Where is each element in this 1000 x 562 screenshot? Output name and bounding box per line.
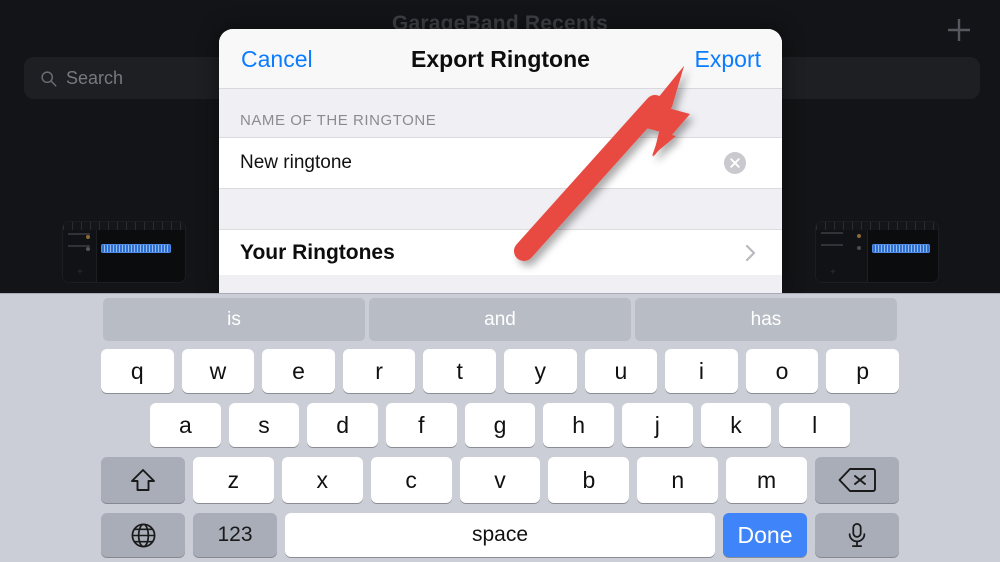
export-button[interactable]: Export <box>695 29 761 89</box>
timeline-ruler <box>816 222 938 230</box>
key-x[interactable]: x <box>281 457 363 503</box>
numbers-key[interactable]: 123 <box>193 513 277 557</box>
key-y[interactable]: y <box>503 349 577 393</box>
project-thumbnail-right[interactable]: + <box>815 221 939 283</box>
timeline-ruler <box>63 222 185 230</box>
suggestion-2[interactable]: has <box>635 298 897 341</box>
suggestion-0[interactable]: is <box>103 298 365 341</box>
key-t[interactable]: t <box>423 349 496 393</box>
project-thumbnail-left[interactable]: + <box>62 221 186 283</box>
key-f[interactable]: f <box>386 403 457 447</box>
space-key[interactable]: space <box>285 513 715 557</box>
audio-region <box>101 244 171 253</box>
key-z[interactable]: z <box>193 457 274 503</box>
section-header-name-of-the-ringtone: NAME OF THE RINGTONE <box>240 112 437 129</box>
your-ringtones-label: Your Ringtones <box>240 240 395 264</box>
add-track-icon: + <box>830 267 836 278</box>
key-n[interactable]: n <box>637 457 719 503</box>
keyboard-row-3: z x c v b n m <box>0 457 1000 503</box>
key-p[interactable]: p <box>826 349 899 393</box>
key-i[interactable]: i <box>665 349 738 393</box>
key-k[interactable]: k <box>700 403 772 447</box>
key-a[interactable]: a <box>150 403 221 447</box>
key-b[interactable]: b <box>548 457 630 503</box>
key-h[interactable]: h <box>543 403 615 447</box>
add-track-icon: + <box>77 267 83 278</box>
shift-arrow-icon[interactable] <box>101 457 185 503</box>
suggestion-1[interactable]: and <box>369 298 631 341</box>
key-m[interactable]: m <box>726 457 808 503</box>
export-ringtone-dialog: Cancel Export Ringtone Export NAME OF TH… <box>219 29 782 293</box>
chevron-right-icon <box>744 242 758 264</box>
ringtone-name-field[interactable]: New ringtone <box>240 152 352 174</box>
key-r[interactable]: r <box>342 349 416 393</box>
key-u[interactable]: u <box>584 349 658 393</box>
section-gap <box>219 189 782 229</box>
search-icon <box>40 70 57 87</box>
key-e[interactable]: e <box>262 349 335 393</box>
backspace-icon[interactable] <box>815 457 900 503</box>
keyboard-row-1: q w e r t y u i o p <box>0 349 1000 393</box>
plus-icon[interactable] <box>943 14 975 46</box>
search-placeholder: Search <box>66 67 124 88</box>
key-o[interactable]: o <box>745 349 819 393</box>
key-s[interactable]: s <box>228 403 300 447</box>
suggestion-bar: is and has <box>0 298 1000 341</box>
key-q[interactable]: q <box>101 349 174 393</box>
dialog-body: NAME OF THE RINGTONE New ringtone Your R… <box>219 89 782 293</box>
key-v[interactable]: v <box>459 457 541 503</box>
dialog-navbar: Cancel Export Ringtone Export <box>219 29 782 89</box>
key-w[interactable]: w <box>181 349 255 393</box>
ios-keyboard: is and has q w e r t y u i o p a s d f g… <box>0 293 1000 562</box>
key-j[interactable]: j <box>622 403 693 447</box>
key-c[interactable]: c <box>370 457 452 503</box>
track-sidebar: + <box>816 222 868 282</box>
globe-icon[interactable] <box>101 513 185 557</box>
your-ringtones-row[interactable]: Your Ringtones <box>219 229 782 275</box>
track-sidebar: + <box>63 222 97 282</box>
key-g[interactable]: g <box>464 403 536 447</box>
key-d[interactable]: d <box>307 403 379 447</box>
microphone-icon[interactable] <box>815 513 899 557</box>
done-button[interactable]: Done <box>723 513 807 557</box>
key-l[interactable]: l <box>779 403 851 447</box>
audio-region <box>872 244 930 253</box>
keyboard-row-4: 123 space Done <box>0 513 1000 557</box>
ringtone-name-row[interactable]: New ringtone <box>219 137 782 189</box>
clear-circle-icon[interactable] <box>724 152 746 174</box>
keyboard-row-2: a s d f g h j k l <box>0 403 1000 447</box>
